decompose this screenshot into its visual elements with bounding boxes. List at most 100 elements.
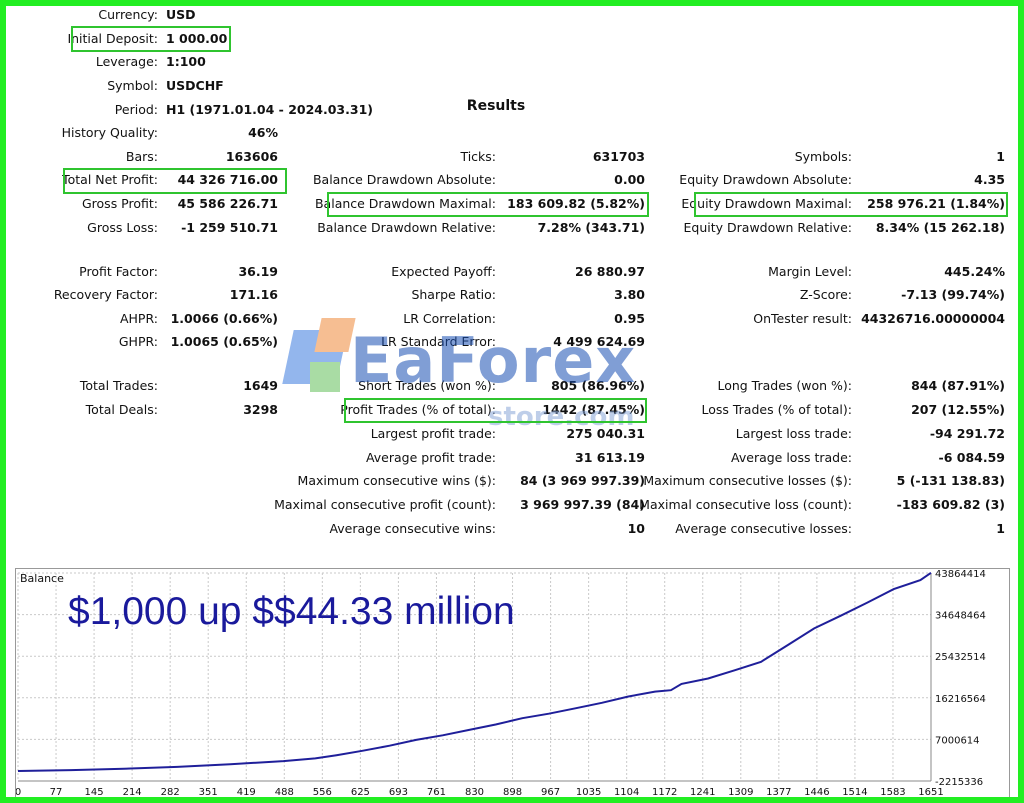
stat-label: Ticks: [460,149,496,164]
stat-label: Gross Loss: [87,220,158,235]
symbol-label: Symbol: [107,78,158,93]
stat-label: Sharpe Ratio: [411,287,496,302]
stat-value: -1 259 510.71 [181,220,278,235]
y-tick-label: 16216564 [935,694,986,705]
stat-value: 0.00 [614,172,645,187]
period-value: H1 (1971.01.04 - 2024.03.31) [166,102,373,117]
currency-value: USD [166,7,196,22]
x-tick-label: 830 [465,787,484,798]
watermark-name: EaForex [350,324,637,397]
x-tick-label: 625 [351,787,370,798]
results-title: Results [466,98,526,114]
y-tick-label: 34648464 [935,611,986,622]
x-tick-label: 1446 [804,787,829,798]
x-tick-label: 214 [123,787,142,798]
stat-value: -94 291.72 [929,426,1005,441]
x-tick-label: 488 [275,787,294,798]
stat-label: History Quality: [61,125,158,140]
stat-label: Z-Score: [799,287,852,302]
stat-value: 1 [996,521,1005,536]
stat-label: Maximal consecutive profit (count): [274,497,496,512]
stat-value: 844 (87.91%) [911,378,1005,393]
x-tick-label: 1583 [880,787,905,798]
stat-label: Average loss trade: [731,450,852,465]
x-tick-label: 967 [541,787,560,798]
stat-label: Symbols: [794,149,852,164]
stat-value: 3 969 997.39 (84) [520,497,645,512]
x-tick-label: 145 [85,787,104,798]
stat-value: 171.16 [229,287,278,302]
y-tick-label: 7000614 [935,735,980,746]
watermark-logo: EaForex store.com [282,318,688,448]
x-tick-label: 1377 [766,787,791,798]
equity-drawdown-highlight [694,192,1008,217]
stat-label: Balance Drawdown Relative: [317,220,496,235]
stat-value: 207 (12.55%) [911,402,1005,417]
x-tick-label: 282 [161,787,180,798]
x-tick-label: 77 [50,787,63,798]
stat-label: Balance Drawdown Absolute: [312,172,496,187]
stat-label: Recovery Factor: [53,287,158,302]
stat-value: 46% [248,125,278,140]
stat-label: Bars: [125,149,158,164]
stat-value: 3.80 [614,287,645,302]
leverage-value: 1:100 [166,54,206,69]
x-tick-label: 1172 [652,787,677,798]
stat-value: -7.13 (99.74%) [901,287,1005,302]
stat-value: 36.19 [238,264,278,279]
stat-value: 26 880.97 [575,264,645,279]
stat-value: 631703 [592,149,645,164]
stat-label: OnTester result: [753,311,852,326]
stat-value: 44326716.00000004 [861,311,1005,326]
stat-label: Gross Profit: [81,196,158,211]
stat-label: Profit Factor: [79,264,158,279]
symbol-value: USDCHF [166,78,224,93]
stat-label: Average consecutive losses: [675,521,852,536]
stat-label: Loss Trades (% of total): [701,402,852,417]
y-tick-label: 25432514 [935,652,986,663]
x-tick-label: 1309 [728,787,753,798]
stat-label: Average profit trade: [365,450,496,465]
stat-label: Largest loss trade: [735,426,852,441]
stat-value: 8.34% (15 262.18) [875,220,1005,235]
leverage-label: Leverage: [95,54,158,69]
profit-caption: $1,000 up $$44.33 million [68,590,515,633]
stat-label: Total Trades: [79,378,158,393]
stat-value: 10 [627,521,645,536]
stat-label: Expected Payoff: [391,264,496,279]
x-tick-label: 898 [503,787,522,798]
stat-label: Average consecutive wins: [329,521,496,536]
x-tick-label: 0 [16,787,21,798]
stat-value: 3298 [243,402,278,417]
stat-label: AHPR: [119,311,158,326]
logo-shape-icon [310,362,340,392]
y-tick-label: -2215336 [935,777,983,788]
stat-value: 45 586 226.71 [177,196,278,211]
x-tick-label: 351 [199,787,218,798]
stat-label: Margin Level: [768,264,852,279]
currency-label: Currency: [98,7,158,22]
stat-value: 7.28% (343.71) [537,220,645,235]
stat-value: 1.0066 (0.66%) [170,311,278,326]
stat-value: 445.24% [944,264,1005,279]
initial-deposit-highlight [71,26,231,52]
stat-value: 1649 [243,378,278,393]
x-tick-label: 1104 [614,787,639,798]
stat-label: Maximal consecutive loss (count): [639,497,852,512]
stat-value: 163606 [225,149,278,164]
profit-trades-highlight [344,398,647,423]
stat-label: Equity Drawdown Absolute: [679,172,852,187]
stat-value: 1 [996,149,1005,164]
net-profit-highlight [63,168,287,194]
period-label: Period: [114,102,158,117]
chart-title: Balance [20,572,64,585]
y-tick-label: 43864414 [935,569,986,580]
balance-drawdown-highlight [327,192,649,217]
x-tick-label: 1241 [690,787,715,798]
stat-label: Equity Drawdown Relative: [683,220,852,235]
stat-value: 1.0065 (0.65%) [170,334,278,349]
stat-label: Maximum consecutive losses ($): [643,473,852,488]
stat-value: -6 084.59 [938,450,1005,465]
stat-label: Total Deals: [85,402,158,417]
stat-label: Maximum consecutive wins ($): [297,473,496,488]
